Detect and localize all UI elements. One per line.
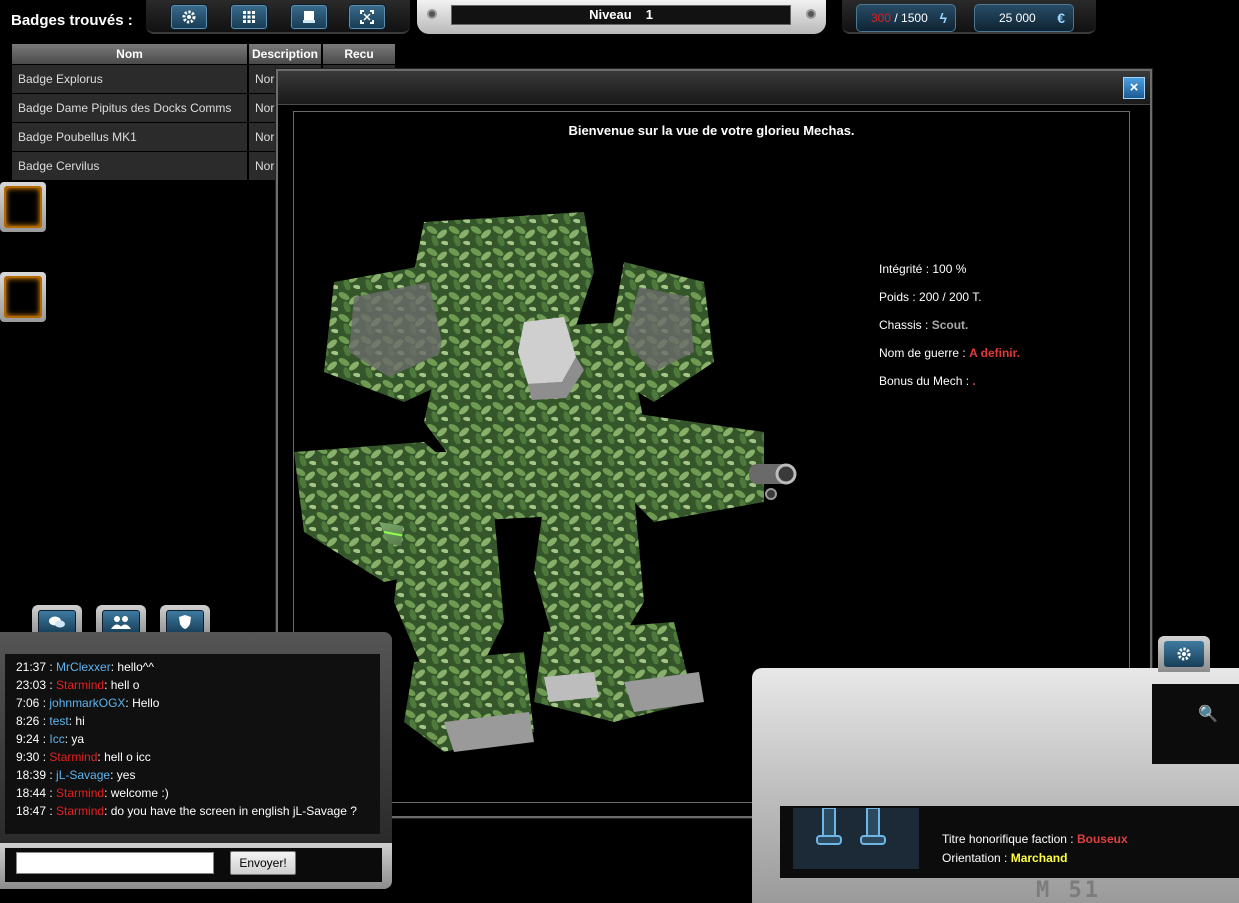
message-text: Hello	[132, 696, 160, 710]
faction-title-value: Bouseux	[1076, 832, 1128, 846]
message-time: 21:37	[16, 660, 47, 674]
message-user[interactable]: Icc	[49, 732, 64, 746]
euro-icon: €	[1057, 10, 1065, 26]
energy-current: 300	[871, 11, 892, 25]
message-user[interactable]: Starmind	[56, 678, 104, 692]
send-button[interactable]: Envoyer!	[230, 851, 296, 875]
message-text: hell o	[110, 678, 140, 692]
message-text: hi	[75, 714, 85, 728]
message-text: welcome :)	[110, 786, 169, 800]
badges-title: Badges trouvés :	[11, 12, 133, 29]
close-button[interactable]: ×	[1123, 77, 1145, 99]
message-text: hello^^	[117, 660, 155, 674]
lightning-icon: ϟ	[939, 10, 947, 26]
message-time: 23:03	[16, 678, 47, 692]
profile-text: Titre honorifique faction : Bouseux Orie…	[942, 830, 1128, 868]
chat-message: 7:06 : johnmarkOGX: Hello	[16, 696, 160, 710]
chat-bubble-icon	[49, 616, 65, 628]
orientation-value: Marchand	[1010, 851, 1068, 865]
side-slot-2[interactable]	[0, 272, 46, 322]
message-user[interactable]: Starmind	[56, 804, 104, 818]
grid-icon	[243, 11, 255, 23]
settings-button[interactable]	[170, 4, 208, 30]
chat-input-bar: Envoyer!	[0, 843, 392, 889]
message-time: 8:26	[16, 714, 40, 728]
chat-message: 8:26 : test: hi	[16, 714, 85, 728]
badge-name: Badge Explorus	[12, 63, 249, 93]
chat-input[interactable]	[16, 852, 214, 874]
energy-max: / 1500	[894, 11, 928, 25]
message-user[interactable]: test	[49, 714, 68, 728]
search-icon[interactable]: 🔍	[1198, 704, 1218, 724]
message-time: 18:44	[16, 786, 47, 800]
stat-integrite: Intégrité : 100 %	[879, 262, 967, 276]
chat-message: 18:47 : Starmind: do you have the screen…	[16, 804, 357, 818]
message-time: 18:47	[16, 804, 47, 818]
level-bar: Niveau 1	[417, 0, 826, 34]
mech-avatar	[793, 808, 919, 869]
profile-search-area	[1152, 684, 1239, 764]
column-header-recu[interactable]: Recu	[322, 44, 397, 64]
indicator-dot-right	[806, 9, 816, 19]
energy-display: 300 / 1500 ϟ	[856, 4, 956, 32]
mech-plate: M 51	[1036, 878, 1101, 903]
fullscreen-button[interactable]	[348, 4, 386, 30]
message-text: yes	[116, 768, 136, 782]
resources-bar: 300 / 1500 ϟ 25 000 €	[842, 0, 1096, 34]
chat-panel: 21:37 : MrClexxer: hello^^ 23:03 : Starmi…	[0, 632, 392, 844]
message-time: 9:24	[16, 732, 40, 746]
column-header-nom[interactable]: Nom	[12, 44, 249, 64]
storage-button[interactable]	[290, 4, 328, 30]
chat-message: 21:37 : MrClexxer: hello^^	[16, 660, 155, 674]
chat-message: 23:03 : Starmind: hell o	[16, 678, 140, 692]
chat-message: 18:39 : jL-Savage: yes	[16, 768, 136, 782]
stat-bonus: Bonus du Mech : .	[879, 374, 976, 388]
message-user[interactable]: Starmind	[49, 750, 97, 764]
indicator-dot-left	[427, 9, 437, 19]
message-text: hell o icc	[104, 750, 151, 764]
message-user[interactable]: MrClexxer	[56, 660, 111, 674]
chat-message: 9:30 : Starmind: hell o icc	[16, 750, 151, 764]
badge-name: Badge Cervilus	[12, 150, 249, 180]
column-header-description[interactable]: Description	[248, 44, 323, 64]
message-user[interactable]: johnmarkOGX	[49, 696, 125, 710]
top-toolbar	[146, 0, 410, 34]
modal-title: Bienvenue sur la vue de votre glorieu Me…	[568, 123, 855, 138]
level-value: 1	[645, 7, 653, 22]
level-display: Niveau 1	[451, 5, 791, 25]
chat-message: 9:24 : Icc: ya	[16, 732, 85, 746]
grid-button[interactable]	[230, 4, 268, 30]
profile-settings-button[interactable]	[1158, 636, 1210, 672]
message-text: ya	[71, 732, 85, 746]
stat-nom-de-guerre: Nom de guerre : A definir.	[879, 346, 1020, 360]
stat-poids: Poids : 200 / 200 T.	[879, 290, 982, 304]
group-icon	[111, 616, 131, 629]
mech-stats: Intégrité : 100 % Poids : 200 / 200 T. C…	[879, 262, 1020, 402]
chat-messages[interactable]: 21:37 : MrClexxer: hello^^ 23:03 : Starmi…	[5, 654, 380, 834]
money-display: 25 000 €	[974, 4, 1074, 32]
badge-name: Badge Dame Pipitus des Docks Comms	[12, 92, 249, 122]
faction-title-label: Titre honorifique faction :	[942, 832, 1074, 846]
message-time: 9:30	[16, 750, 40, 764]
drive-icon	[303, 11, 315, 23]
side-slot-1[interactable]	[0, 182, 46, 232]
level-label: Niveau	[589, 7, 632, 22]
modal-header[interactable]: ×	[278, 71, 1150, 105]
gear-icon	[182, 10, 196, 24]
shield-icon	[179, 615, 191, 629]
gear-icon	[1177, 647, 1191, 661]
message-text: do you have the screen in english jL-Sav…	[110, 804, 357, 818]
badge-name: Badge Poubellus MK1	[12, 121, 249, 151]
orientation-label: Orientation :	[942, 851, 1008, 865]
money-amount: 25 000	[999, 11, 1036, 25]
message-time: 18:39	[16, 768, 47, 782]
message-user[interactable]: Starmind	[56, 786, 104, 800]
stat-chassis: Chassis : Scout.	[879, 318, 969, 332]
chat-message: 18:44 : Starmind: welcome :)	[16, 786, 169, 800]
message-time: 7:06	[16, 696, 40, 710]
fullscreen-icon	[360, 10, 374, 24]
message-user[interactable]: jL-Savage	[56, 768, 110, 782]
mech-legs-icon	[816, 808, 886, 845]
